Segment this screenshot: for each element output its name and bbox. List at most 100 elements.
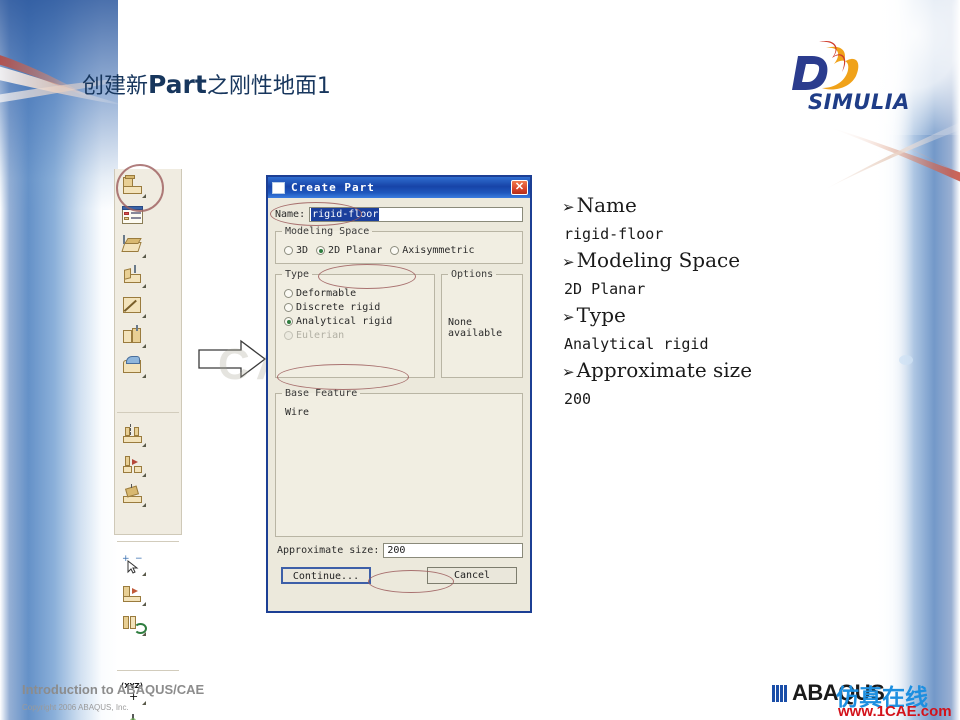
- toolbox-grid: + − (XYZ) +: [115, 169, 181, 720]
- radio-eulerian-indicator: [284, 331, 293, 340]
- approximate-size-label: Approximate size:: [277, 545, 380, 556]
- simulia-logo: SIMULIA: [786, 36, 936, 116]
- type-options-row: Type Deformable Discrete rigid Analytica…: [275, 269, 523, 383]
- create-chamfer-icon[interactable]: [117, 450, 149, 480]
- bullet-sub-approximate-size: 200: [564, 390, 592, 408]
- radio-discrete-rigid[interactable]: Discrete rigid: [284, 302, 428, 313]
- title-english: Part: [148, 70, 207, 99]
- radio-3d[interactable]: 3D: [284, 245, 308, 256]
- slide-canvas: 创建新Part之刚性地面1 SIMULIA + − (XYZ) + Create…: [0, 0, 960, 720]
- options-group: Options None available: [441, 269, 523, 378]
- dialog-button-row: Continue... Cancel: [281, 567, 517, 584]
- flow-arrow: [197, 338, 269, 380]
- modeling-space-radios: 3D 2D Planar Axisymmetric: [282, 242, 516, 257]
- name-label: Name:: [275, 209, 306, 220]
- name-input[interactable]: rigid-floor: [309, 207, 523, 222]
- create-blend-icon[interactable]: [117, 351, 149, 381]
- footer-title: Introduction to ABAQUS/CAE: [22, 682, 205, 697]
- dialog-body: Name: rigid-floor Modeling Space 3D 2D P…: [268, 198, 530, 611]
- base-feature-item-wire[interactable]: Wire: [285, 407, 516, 418]
- bullet-head-name-text: Name: [576, 193, 637, 217]
- radio-deformable-indicator: [284, 289, 293, 298]
- footer-copyright: Copyright 2006 ABAQUS, Inc.: [22, 703, 129, 712]
- toolbox-divider: [117, 412, 179, 418]
- radio-3d-indicator: [284, 246, 293, 255]
- background-left-top-gradient: [0, 0, 118, 210]
- bullet-caret-icon: ➢: [562, 198, 575, 216]
- modeling-space-group: Modeling Space 3D 2D Planar Axisymmetric: [275, 226, 523, 264]
- base-feature-list[interactable]: Wire: [282, 404, 516, 530]
- slide-title: 创建新Part之刚性地面1: [82, 68, 331, 100]
- base-feature-legend: Base Feature: [285, 388, 358, 399]
- radio-2d-planar-indicator: [316, 246, 326, 255]
- bullet-head-modeling-space: ➢ Modeling Space: [562, 247, 842, 276]
- edit-feature-icon[interactable]: [117, 579, 149, 609]
- radio-3d-label: 3D: [296, 245, 309, 256]
- create-part-dialog[interactable]: Create Part ✕ Name: rigid-floor Modeling…: [266, 175, 532, 613]
- bullet-caret-icon-4: ➢: [562, 363, 575, 381]
- select-feature-icon[interactable]: + −: [117, 549, 149, 579]
- continue-button[interactable]: Continue...: [281, 567, 371, 584]
- radio-discrete-rigid-label: Discrete rigid: [296, 302, 381, 313]
- type-legend: Type: [285, 269, 310, 280]
- radio-analytical-rigid[interactable]: Analytical rigid: [284, 316, 428, 327]
- window-icon: [272, 181, 285, 194]
- modeling-space-legend: Modeling Space: [285, 226, 370, 237]
- bullet-head-approximate-size: ➢ Approximate size: [562, 357, 842, 386]
- bullet-sub-name: rigid-floor: [564, 225, 664, 243]
- toolbox-divider-2: [117, 541, 179, 547]
- radio-discrete-rigid-indicator: [284, 303, 293, 312]
- base-feature-group: Base Feature Wire: [275, 388, 523, 537]
- name-input-value: rigid-floor: [311, 208, 380, 221]
- simulia-wordmark: SIMULIA: [808, 90, 910, 114]
- bullet-head-type: ➢ Type: [562, 302, 842, 331]
- dialog-title: Create Part: [291, 181, 375, 194]
- toolbox-divider-3: [117, 670, 179, 676]
- bullet-head-approximate-size-text: Approximate size: [576, 358, 753, 382]
- bullet-caret-icon-3: ➢: [562, 308, 575, 326]
- create-wire-icon[interactable]: [117, 291, 149, 321]
- abaqus-bars-icon: [772, 684, 787, 702]
- cancel-button[interactable]: Cancel: [427, 567, 517, 584]
- radio-analytical-rigid-indicator: [284, 317, 293, 326]
- three-ds-mark-icon: [792, 40, 859, 90]
- dialog-titlebar: Create Part ✕: [268, 177, 530, 198]
- title-suffix: 之刚性地面1: [206, 74, 331, 99]
- bullet-head-type-text: Type: [576, 303, 626, 327]
- bullet-sub-modeling-space: 2D Planar: [564, 280, 646, 298]
- bullet-sub-type: Analytical rigid: [564, 335, 709, 353]
- bullet-list: ➢ Name rigid-floor ➢ Modeling Space 2D Pla…: [562, 192, 842, 412]
- create-cut-extrude-icon[interactable]: [117, 321, 149, 351]
- create-shell-extrude-icon[interactable]: [117, 261, 149, 291]
- radio-analytical-rigid-label: Analytical rigid: [296, 316, 393, 327]
- annotation-ellipse-create-part-tool: [116, 164, 164, 212]
- radio-deformable-label: Deformable: [296, 288, 357, 299]
- close-icon[interactable]: ✕: [511, 180, 528, 195]
- create-solid-extrude-icon[interactable]: [117, 231, 149, 261]
- options-legend: Options: [451, 269, 494, 280]
- radio-deformable[interactable]: Deformable: [284, 288, 428, 299]
- bullet-head-name: ➢ Name: [562, 192, 842, 221]
- approximate-size-input[interactable]: 200: [383, 543, 523, 558]
- regenerate-icon[interactable]: [117, 609, 149, 639]
- radio-eulerian: Eulerian: [284, 330, 428, 341]
- type-group: Type Deformable Discrete rigid Analytica…: [275, 269, 435, 378]
- watermark-url: www.1CAE.com: [838, 703, 952, 720]
- radio-2d-planar[interactable]: 2D Planar: [316, 245, 382, 256]
- radio-eulerian-label: Eulerian: [296, 330, 345, 341]
- approximate-size-row: Approximate size: 200: [277, 543, 523, 558]
- radio-axisymmetric-indicator: [390, 246, 400, 255]
- name-row: Name: rigid-floor: [275, 207, 523, 222]
- create-shell-icon[interactable]: [117, 480, 149, 510]
- options-body: None available: [448, 317, 503, 339]
- type-radio-list: Deformable Discrete rigid Analytical rig…: [282, 288, 428, 341]
- bullet-head-modeling-space-text: Modeling Space: [576, 248, 741, 272]
- create-round-icon[interactable]: [117, 420, 149, 450]
- title-prefix: 创建新: [82, 74, 149, 99]
- right-arrow-icon: [198, 339, 267, 379]
- part-module-toolbox[interactable]: + − (XYZ) +: [114, 169, 182, 720]
- radio-axisymmetric[interactable]: Axisymmetric: [390, 245, 474, 256]
- bullet-caret-icon-2: ➢: [562, 253, 575, 271]
- radio-axisymmetric-label: Axisymmetric: [402, 245, 475, 256]
- radio-2d-planar-label: 2D Planar: [328, 245, 383, 256]
